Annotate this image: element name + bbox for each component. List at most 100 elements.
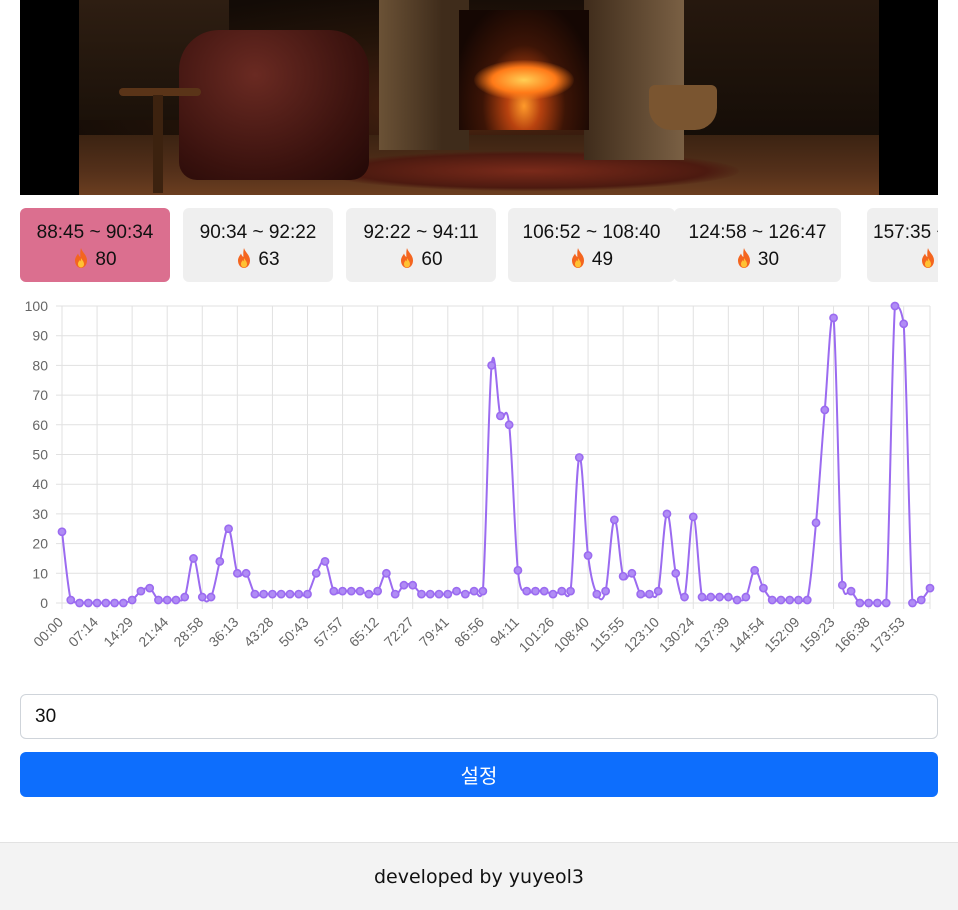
segment-heat-count: 63 (183, 248, 333, 271)
segment-card[interactable]: 90:34 ~ 92:22 63 (183, 208, 333, 282)
data-point (320, 557, 330, 566)
set-button[interactable]: 설정 (20, 752, 938, 797)
data-point (794, 595, 803, 605)
data-point (408, 580, 418, 590)
data-point (92, 598, 102, 608)
data-point (636, 589, 646, 599)
data-point (127, 595, 137, 605)
y-tick-label: 40 (32, 476, 48, 492)
data-point (294, 589, 304, 599)
data-point (364, 589, 374, 599)
data-point (820, 405, 830, 415)
x-tick-label: 173:53 (866, 614, 908, 656)
x-tick-label: 144:54 (726, 614, 768, 656)
data-point (574, 453, 584, 462)
data-point (311, 568, 321, 578)
data-point (224, 524, 233, 534)
data-point (83, 598, 93, 608)
footer: developed by yuyeol3 (0, 842, 958, 910)
y-tick-label: 0 (40, 595, 48, 611)
fire-icon (737, 248, 750, 268)
data-point (680, 592, 689, 602)
x-tick-label: 79:41 (416, 614, 452, 650)
data-point (110, 598, 120, 608)
data-point (215, 557, 225, 566)
data-point (355, 586, 365, 596)
x-tick-label: 72:27 (381, 614, 417, 650)
data-point (723, 592, 733, 602)
data-point (566, 586, 575, 596)
data-point (189, 554, 198, 563)
data-point (522, 586, 532, 596)
segment-time-range: 92:22 ~ 94:11 (363, 222, 479, 243)
x-tick-label: 152:09 (761, 614, 803, 656)
data-point (539, 586, 549, 596)
data-point (662, 509, 672, 519)
x-tick-label: 108:40 (551, 614, 593, 656)
y-tick-label: 70 (32, 387, 48, 403)
segment-time-range: 157:35 ~ 159:23 (873, 222, 938, 243)
threshold-input[interactable] (20, 694, 938, 739)
data-point (57, 527, 67, 537)
segment-count-value: 30 (757, 249, 780, 270)
data-point (338, 586, 347, 596)
data-point (259, 589, 269, 599)
data-point (373, 586, 383, 596)
data-point (268, 589, 277, 599)
data-point (855, 598, 865, 608)
data-point (557, 586, 567, 596)
data-point (802, 595, 812, 605)
data-point (118, 598, 128, 608)
data-point (872, 598, 882, 608)
video-player[interactable] (20, 0, 938, 195)
footer-text: developed by yuyeol3 (374, 865, 584, 888)
data-point (592, 589, 602, 599)
data-point (829, 313, 838, 323)
data-point (180, 592, 190, 602)
segment-count-value: 60 (421, 249, 443, 270)
x-tick-label: 50:43 (276, 614, 312, 650)
data-point (627, 568, 637, 578)
x-tick-label: 166:38 (831, 614, 873, 656)
segment-time-range: 90:34 ~ 92:22 (199, 222, 317, 243)
data-point (881, 598, 891, 608)
fire-icon (401, 248, 414, 268)
x-tick-label: 123:10 (621, 614, 663, 656)
segment-count-value: 63 (258, 249, 280, 270)
y-tick-label: 60 (32, 417, 48, 433)
data-point (443, 589, 453, 599)
data-point (197, 592, 207, 602)
segment-card[interactable]: 106:52 ~ 108:40 49 (508, 208, 675, 282)
segment-card[interactable]: 88:45 ~ 90:34 80 (20, 208, 170, 282)
x-tick-label: 65:12 (346, 614, 382, 650)
highlight-segment-list: 88:45 ~ 90:34 80 90:34 ~ 92:22 63 92:22 ~ 94… (20, 208, 938, 282)
data-point (846, 586, 856, 596)
y-tick-label: 50 (32, 447, 48, 463)
data-point (390, 589, 400, 599)
segment-card[interactable]: 92:22 ~ 94:11 60 (346, 208, 496, 282)
data-point (583, 551, 593, 560)
data-point (899, 319, 909, 329)
data-point (136, 586, 146, 596)
data-point (890, 301, 900, 311)
data-point (417, 589, 426, 599)
segment-card[interactable]: 157:35 ~ 159:23 27 (867, 208, 938, 282)
segment-card[interactable]: 124:58 ~ 126:47 30 (674, 208, 841, 282)
segment-time-range: 106:52 ~ 108:40 (522, 222, 661, 243)
x-tick-label: 00:00 (30, 614, 66, 650)
segment-heat-count: 49 (508, 248, 675, 271)
data-point (767, 595, 777, 605)
data-point (645, 589, 654, 599)
fire-icon (238, 248, 251, 268)
data-point (513, 565, 523, 575)
data-point (171, 595, 181, 605)
data-point (425, 589, 435, 599)
segment-time-range: 88:45 ~ 90:34 (36, 222, 154, 243)
segment-count-value: 49 (591, 249, 614, 270)
data-point (154, 595, 163, 605)
segment-time-range: 124:58 ~ 126:47 (688, 222, 827, 243)
segment-count-value: 80 (95, 249, 117, 270)
data-point (145, 583, 155, 593)
data-point (232, 568, 242, 578)
data-point (776, 595, 786, 605)
